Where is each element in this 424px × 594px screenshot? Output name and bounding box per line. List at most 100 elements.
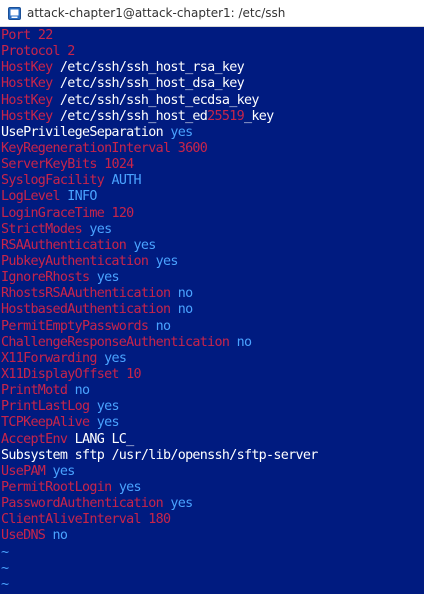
empty-line: ~: [1, 577, 424, 593]
config-directive: UsePrivilegeSeparation: [1, 124, 164, 140]
config-value: 2: [67, 44, 75, 60]
config-line: AcceptEnv LANG LC_: [1, 432, 424, 448]
config-directive: KeyRegenerationInterval: [1, 140, 171, 156]
config-directive: TCPKeepAlive: [1, 415, 90, 431]
config-line: HostKey /etc/ssh/ssh_host_rsa_key: [1, 60, 424, 76]
config-directive: HostKey: [1, 108, 53, 124]
config-value: AUTH: [111, 173, 141, 189]
config-value: 10: [126, 366, 141, 382]
config-value: yes: [96, 399, 120, 415]
config-directive: StrictModes: [1, 221, 83, 237]
config-value: 22: [37, 28, 53, 43]
config-value: 3600: [177, 140, 208, 156]
config-directive: PubkeyAuthentication: [1, 253, 149, 269]
config-value: yes: [118, 479, 142, 495]
window-title: attack-chapter1@attack-chapter1: /etc/ss…: [27, 6, 286, 20]
config-value: no: [177, 302, 193, 318]
config-line: ChallengeResponseAuthentication no: [1, 335, 424, 351]
config-value: no: [236, 334, 252, 350]
config-value: /etc/ssh/ssh_host_ecdsa_key: [59, 92, 259, 108]
config-directive: UseDNS: [1, 528, 46, 544]
config-directive: ClientAliveInterval: [1, 512, 142, 528]
config-line: Subsystem sftp /usr/lib/openssh/sftp-ser…: [1, 448, 424, 464]
empty-line: ~: [1, 561, 424, 577]
config-line: ClientAliveInterval 180: [1, 512, 424, 528]
config-value: yes: [104, 350, 127, 366]
config-value: yes: [170, 496, 193, 512]
config-line: Port 22: [1, 28, 424, 44]
config-value: no: [52, 528, 68, 544]
config-value: yes: [170, 124, 193, 140]
config-directive: AcceptEnv: [1, 431, 68, 447]
config-line: StrictModes yes: [1, 222, 424, 238]
config-directive: X11DisplayOffset: [1, 366, 119, 382]
config-directive: HostKey: [1, 92, 53, 108]
config-value: /etc/ssh/ssh_host_ed: [59, 108, 208, 124]
config-directive: Subsystem: [1, 447, 68, 463]
config-directive: SyslogFacility: [1, 173, 105, 189]
config-value: yes: [89, 221, 112, 237]
config-value: INFO: [67, 189, 97, 205]
config-directive: PrintMotd: [1, 383, 68, 399]
config-line: PrintMotd no: [1, 383, 424, 399]
config-value: _key: [243, 108, 274, 124]
config-directive: HostbasedAuthentication: [1, 302, 171, 318]
empty-line-marker: ~: [1, 576, 9, 592]
config-line: PasswordAuthentication yes: [1, 496, 424, 512]
config-directive: ChallengeResponseAuthentication: [1, 334, 230, 350]
config-line: PermitRootLogin yes: [1, 480, 424, 496]
config-line: UsePrivilegeSeparation yes: [1, 125, 424, 141]
config-directive: IgnoreRhosts: [1, 270, 90, 286]
config-directive: LogLevel: [1, 189, 61, 205]
config-directive: PermitEmptyPasswords: [1, 318, 149, 334]
config-value: yes: [155, 253, 179, 269]
config-line: LoginGraceTime 120: [1, 206, 424, 222]
config-value: 1024: [104, 157, 134, 173]
terminal-content[interactable]: Port 22 Protocol 2 HostKey /etc/ssh/ssh_ho…: [0, 28, 424, 594]
config-value: yes: [96, 415, 120, 431]
config-line: SyslogFacility AUTH: [1, 173, 424, 189]
config-line: HostbasedAuthentication no: [1, 302, 424, 318]
config-directive: HostKey: [1, 60, 53, 76]
config-line: PubkeyAuthentication yes: [1, 254, 424, 270]
config-line: UseDNS no: [1, 528, 424, 544]
config-value: no: [177, 286, 193, 302]
config-line: HostKey /etc/ssh/ssh_host_ed25519_key: [1, 109, 424, 125]
config-directive: RSAAuthentication: [1, 237, 127, 253]
terminal-app-icon: [8, 6, 21, 20]
config-line: UsePAM yes: [1, 464, 424, 480]
config-value: /etc/ssh/ssh_host_rsa_key: [59, 60, 245, 76]
config-value: 180: [148, 512, 171, 528]
config-directive: PermitRootLogin: [1, 479, 112, 495]
config-directive: LoginGraceTime: [1, 205, 105, 221]
config-value: yes: [96, 270, 120, 286]
config-line: RhostsRSAAuthentication no: [1, 286, 424, 302]
config-line: TCPKeepAlive yes: [1, 415, 424, 431]
config-line: PermitEmptyPasswords no: [1, 319, 424, 335]
config-directive: PrintLastLog: [1, 399, 90, 415]
terminal-window: attack-chapter1@attack-chapter1: /etc/ss…: [0, 0, 424, 594]
title-bar[interactable]: attack-chapter1@attack-chapter1: /etc/ss…: [0, 0, 424, 27]
config-line: Protocol 2: [1, 44, 424, 60]
config-value: no: [74, 383, 90, 399]
config-line: RSAAuthentication yes: [1, 238, 424, 254]
config-directive: Protocol: [1, 44, 61, 60]
config-directive: HostKey: [1, 76, 53, 92]
config-value: yes: [133, 237, 157, 253]
config-directive: UsePAM: [1, 463, 46, 479]
config-line: HostKey /etc/ssh/ssh_host_dsa_key: [1, 76, 424, 92]
config-line: PrintLastLog yes: [1, 399, 424, 415]
config-line: IgnoreRhosts yes: [1, 270, 424, 286]
config-value: yes: [52, 463, 76, 479]
config-value: /etc/ssh/ssh_host_dsa_key: [59, 76, 245, 92]
empty-line-marker: ~: [1, 560, 9, 576]
config-value: 25519: [207, 108, 245, 124]
config-directive: RhostsRSAAuthentication: [1, 286, 171, 302]
config-line: HostKey /etc/ssh/ssh_host_ecdsa_key: [1, 93, 424, 109]
config-line: X11Forwarding yes: [1, 351, 424, 367]
config-value: sftp /usr/lib/openssh/sftp-server: [74, 447, 319, 463]
config-value: 120: [111, 205, 134, 221]
config-directive: ServerKeyBits: [1, 157, 97, 173]
empty-line-marker: ~: [1, 544, 9, 560]
config-value: no: [155, 318, 171, 334]
